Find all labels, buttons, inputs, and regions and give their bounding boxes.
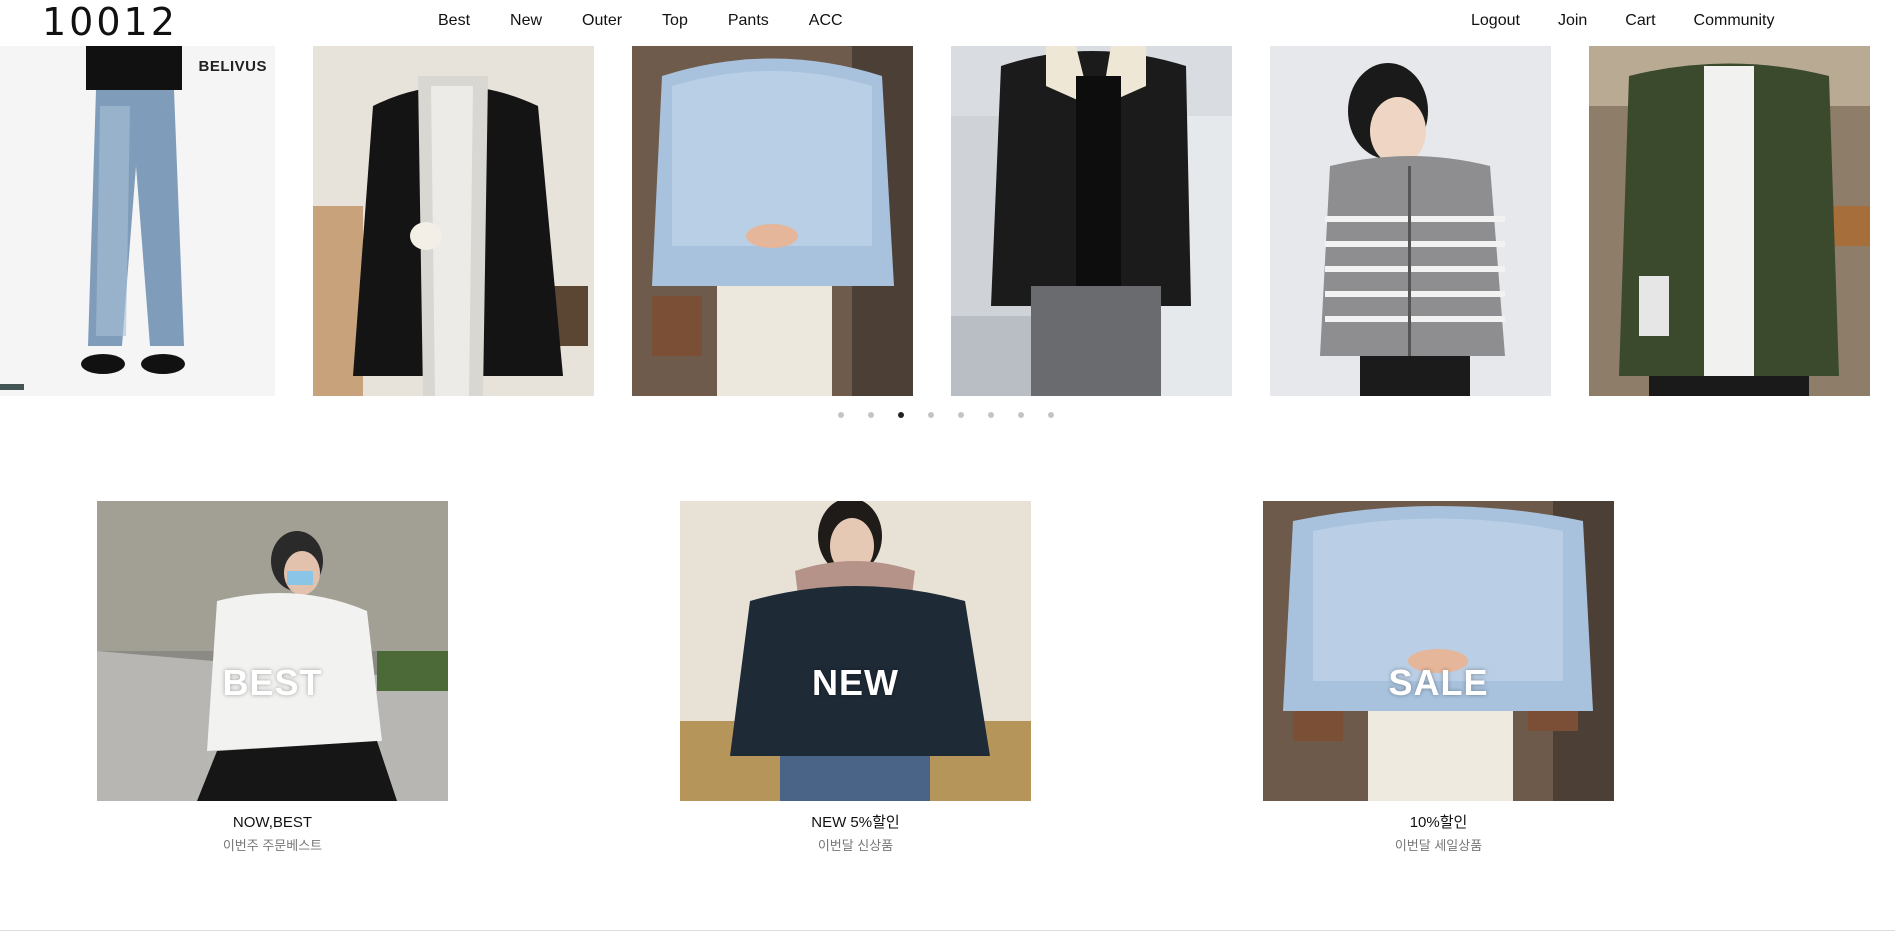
category-subtitle-new: 이번달 신상품 bbox=[817, 838, 894, 853]
slider-pagination bbox=[838, 412, 1078, 418]
slider-dot-1[interactable] bbox=[838, 412, 844, 418]
user-nav: Logout Join Cart Community bbox=[1471, 10, 1812, 32]
slider-dot-5[interactable] bbox=[958, 412, 964, 418]
footer-divider bbox=[0, 930, 1895, 931]
category-card-new[interactable]: NEW NEW 5%할인 이번달 신상품 bbox=[680, 501, 1031, 855]
nav-best[interactable]: Best bbox=[438, 10, 470, 32]
nav-outer[interactable]: Outer bbox=[582, 10, 622, 32]
slider-dot-7[interactable] bbox=[1018, 412, 1024, 418]
category-title-new[interactable]: NEW 5%할인 bbox=[680, 813, 1031, 833]
slide-stripe-knit-zip[interactable] bbox=[1270, 46, 1551, 396]
category-subtitle-sale: 이번달 세일상품 bbox=[1394, 838, 1483, 853]
slider-dot-4[interactable] bbox=[928, 412, 934, 418]
brand-tag: BELIVUS bbox=[198, 58, 267, 75]
category-overlay-new: NEW bbox=[812, 662, 899, 703]
category-title-best[interactable]: NOW,BEST bbox=[97, 813, 448, 833]
cart-link[interactable]: Cart bbox=[1625, 10, 1655, 32]
community-link[interactable]: Community bbox=[1694, 10, 1775, 32]
slide-black-padding[interactable] bbox=[313, 46, 594, 396]
category-card-sale[interactable]: SALE 10%할인 이번달 세일상품 bbox=[1263, 501, 1614, 855]
slider-dot-8[interactable] bbox=[1048, 412, 1054, 418]
category-card-best[interactable]: BEST NOW,BEST 이번주 주문베스트 bbox=[97, 501, 448, 855]
join-link[interactable]: Join bbox=[1558, 10, 1587, 32]
category-subtitle-best: 이번주 주문베스트 bbox=[222, 838, 323, 853]
category-image-sale[interactable]: SALE bbox=[1263, 501, 1614, 801]
category-title-sale[interactable]: 10%할인 bbox=[1263, 813, 1614, 833]
slide-blue-fur-knit[interactable] bbox=[632, 46, 913, 396]
slide-washed-jeans[interactable]: BELIVUS bbox=[0, 46, 275, 396]
site-header: 10012 Best New Outer Top Pants ACC Logou… bbox=[0, 0, 1895, 46]
category-image-best[interactable]: BEST bbox=[97, 501, 448, 801]
nav-top[interactable]: Top bbox=[662, 10, 688, 32]
product-slider[interactable]: BELIVUS bbox=[0, 46, 1895, 396]
category-overlay-sale: SALE bbox=[1388, 662, 1489, 703]
category-overlay-best: BEST bbox=[222, 662, 323, 703]
main-nav: Best New Outer Top Pants ACC bbox=[438, 10, 883, 32]
logout-link[interactable]: Logout bbox=[1471, 10, 1520, 32]
nav-acc[interactable]: ACC bbox=[809, 10, 843, 32]
slide-khaki-jacket[interactable] bbox=[1589, 46, 1870, 396]
slider-dot-2[interactable] bbox=[868, 412, 874, 418]
nav-new[interactable]: New bbox=[510, 10, 542, 32]
nav-pants[interactable]: Pants bbox=[728, 10, 769, 32]
site-logo[interactable]: 10012 bbox=[42, 0, 178, 44]
category-image-new[interactable]: NEW bbox=[680, 501, 1031, 801]
slide-black-shearling[interactable] bbox=[951, 46, 1232, 396]
slider-dot-6[interactable] bbox=[988, 412, 994, 418]
slider-dot-3[interactable] bbox=[898, 412, 904, 418]
